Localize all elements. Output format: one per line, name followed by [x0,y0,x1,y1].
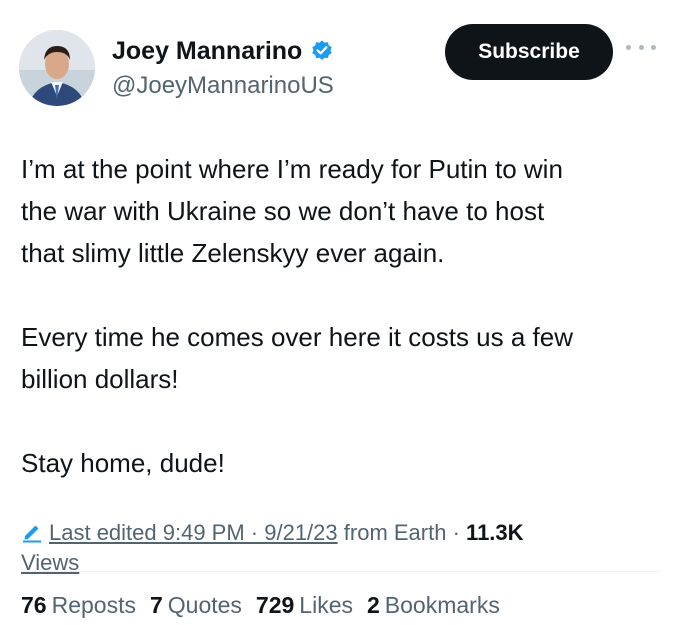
stat-label: Quotes [167,592,242,618]
views-count: 11.3K [466,520,524,545]
more-dot [638,44,644,50]
more-dot [651,44,656,50]
last-edited-link[interactable]: Last edited 9:49 PM · 9/21/23 [49,520,338,545]
stat-reposts[interactable]: 76 Reposts [21,590,136,620]
author-name[interactable]: Joey Mannarino [112,36,302,66]
divider [21,571,661,572]
stat-label: Reposts [51,592,136,618]
avatar[interactable] [19,30,95,106]
tweet-text: I’m at the point where I’m ready for Put… [21,148,666,484]
tweet-meta: Last edited 9:49 PM · 9/21/23 from Earth… [21,518,661,578]
author-name-row: Joey Mannarino [112,36,334,66]
engagement-stats: 76 Reposts 7 Quotes 729 Likes 2 Bookmarks [21,590,500,620]
edit-pencil-icon [21,521,43,543]
stat-bookmarks[interactable]: 2 Bookmarks [367,590,500,620]
from-location: from Earth [343,520,447,545]
stat-count: 7 [149,592,163,618]
meta-separator: · [452,520,460,545]
stat-quotes[interactable]: 7 Quotes [150,590,242,620]
stat-label: Bookmarks [384,592,500,618]
author-handle[interactable]: @JoeyMannarinoUS [112,72,334,100]
stat-count: 729 [255,592,295,618]
verified-badge-icon [310,39,334,63]
tweet-paragraph: I’m at the point where I’m ready for Put… [21,154,563,268]
stat-label: Likes [299,592,353,618]
tweet-page: Joey Mannarino @JoeyMannarinoUS Subscrib… [0,0,680,625]
more-horizontal-icon[interactable] [626,40,656,54]
stat-count: 2 [367,592,380,618]
tweet-paragraph: Stay home, dude! [21,448,225,478]
subscribe-button[interactable]: Subscribe [445,24,613,80]
stat-likes[interactable]: 729 Likes [256,590,353,620]
more-dot [626,44,631,50]
tweet-paragraph: Every time he comes over here it costs u… [21,322,573,394]
stat-count: 76 [21,592,47,618]
